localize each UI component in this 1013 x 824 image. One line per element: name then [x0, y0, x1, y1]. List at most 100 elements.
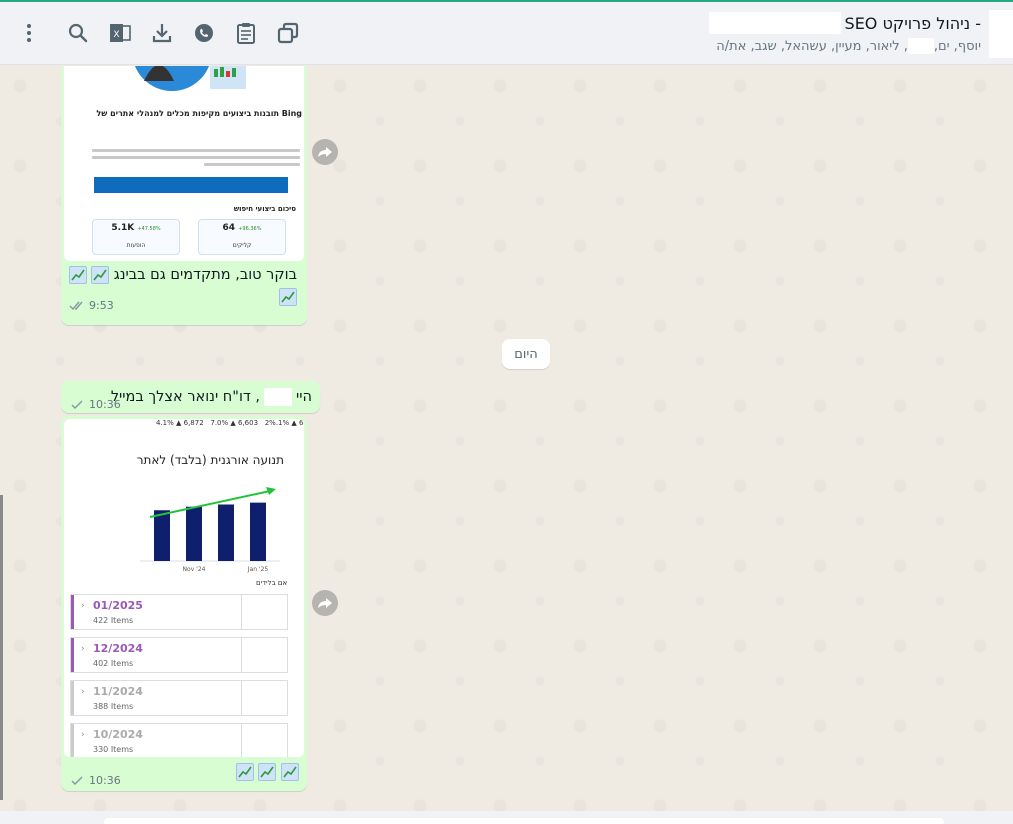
message-emojis [235, 763, 299, 781]
chart-bar [154, 510, 170, 561]
message-text: היי , דו"ח ינואר אצלך במייל [111, 388, 312, 406]
kpi-value: 7.0% ▲ 6,603 [210, 419, 259, 427]
message-meta: 9:53 [69, 299, 114, 312]
chevron-right-icon: › [81, 601, 85, 611]
chat-title-block[interactable]: - ניהול פרויקט SEO יוסף, ים, , ליאור, מע… [681, 12, 981, 58]
copy-icon[interactable] [276, 21, 300, 45]
kpi-value: 4.1% ▲ 6,872 [156, 419, 204, 427]
chart-legend: אם בלידים [256, 579, 288, 587]
participants-part2: , ליאור, מעיין, עשהאל, שגב, את/ה [716, 38, 908, 54]
chevron-right-icon: › [81, 687, 85, 697]
text-line [204, 163, 300, 166]
message-text-start: היי [296, 389, 312, 405]
x-tick-label: Nov '24 [183, 566, 206, 573]
text-line [92, 156, 300, 159]
menu-icon[interactable] [17, 21, 41, 45]
folder-name: 12/2024 [93, 642, 143, 655]
message-input[interactable] [104, 818, 944, 824]
redacted-participant [907, 38, 934, 54]
chevron-right-icon: › [81, 730, 85, 740]
message-time: 9:53 [89, 299, 114, 312]
forward-icon[interactable] [312, 139, 338, 165]
chart-bar [218, 504, 234, 561]
bing-summary-title: סיכום ביצועי חיפוש [233, 205, 296, 213]
bing-card-impressions: 5.1K +47.58% הופעות [92, 219, 180, 255]
message-text: בוקר טוב, מתקדמים גם בבינג [68, 266, 297, 284]
clipboard-icon[interactable] [234, 21, 258, 45]
folder-count: 388 Items [93, 702, 134, 711]
chevron-right-icon: › [81, 644, 85, 654]
analytics-report-image[interactable]: 4.1% ▲ 6,872 7.0% ▲ 6,603 2%.1% ▲ 6,173 … [64, 419, 304, 757]
folder-name: 11/2024 [93, 685, 143, 698]
message-bubble-analytics[interactable]: 4.1% ▲ 6,872 7.0% ▲ 6,603 2%.1% ▲ 6,173 … [61, 416, 307, 791]
message-bubble-bing[interactable]: Bing תובנות ביצועים מקיפות מכלים למנהלי … [61, 66, 307, 325]
chart-emoji-icon [279, 288, 297, 306]
card-change: +47.58% [137, 226, 161, 232]
download-icon[interactable] [150, 21, 174, 45]
folder-divider [241, 638, 242, 672]
folder-accent [71, 681, 74, 715]
chart-emoji-icon [91, 266, 110, 284]
kpi-value: 2%.1% ▲ 6,173 [264, 419, 304, 427]
card-value: 64 [222, 223, 236, 233]
message-meta: 10:36 [69, 398, 121, 411]
single-check-icon [71, 400, 83, 409]
participants-part1: יוסף, ים, [933, 38, 981, 54]
folder-count: 422 Items [93, 616, 134, 625]
search-icon[interactable] [66, 21, 90, 45]
redacted-name [264, 388, 293, 406]
kpi-row: 4.1% ▲ 6,872 7.0% ▲ 6,603 2%.1% ▲ 6,173 [156, 419, 304, 427]
folder-accent [71, 638, 74, 672]
chat-pane[interactable]: Bing תובנות ביצועים מקיפות מכלים למנהלי … [0, 66, 1013, 811]
avatar[interactable] [989, 10, 1013, 58]
message-text-content: בוקר טוב, מתקדמים גם בבינג [113, 267, 297, 283]
double-check-icon [69, 301, 83, 311]
message-time: 10:36 [89, 398, 121, 411]
bing-cta-button [94, 177, 288, 193]
chart-emoji-icon [235, 763, 254, 781]
message-bubble-report[interactable]: היי , דו"ח ינואר אצלך במייל 10:36 [61, 381, 320, 413]
text-line [92, 149, 300, 152]
folder-accent [71, 724, 74, 757]
trend-arrow-head [266, 487, 276, 495]
message-text-line2 [279, 288, 297, 306]
forward-icon[interactable] [312, 590, 338, 616]
chat-title: - ניהול פרויקט SEO [844, 13, 981, 33]
bing-card-clicks: 64 +96.36% קליקים [198, 219, 286, 255]
card-label: הופעות [126, 242, 146, 249]
single-check-icon [71, 776, 83, 785]
folder-item[interactable]: › 12/2024 402 Items [70, 637, 288, 673]
whatsapp-icon[interactable] [192, 21, 216, 45]
folder-name: 10/2024 [93, 728, 143, 741]
folder-divider [241, 724, 242, 757]
bing-report-image[interactable]: Bing תובנות ביצועים מקיפות מכלים למנהלי … [64, 66, 304, 261]
card-change: +96.36% [238, 226, 262, 232]
chart-title: תנועה אורגנית (בלבד) לאתר [136, 453, 284, 467]
chart-bar [186, 506, 202, 561]
folder-count: 402 Items [93, 659, 134, 668]
chart-bar [250, 502, 266, 561]
message-meta: 10:36 [69, 774, 121, 787]
x-tick-label: Jan '25 [247, 566, 269, 573]
folder-item[interactable]: › 10/2024 330 Items [70, 723, 288, 757]
card-value: 5.1K [111, 223, 135, 233]
message-text-end: , דו"ח ינואר אצלך במייל [110, 389, 261, 405]
chart-emoji-icon [258, 763, 277, 781]
folder-divider [241, 681, 242, 715]
folder-divider [241, 595, 242, 629]
chart-emoji-icon [68, 266, 87, 284]
folder-item[interactable]: › 01/2025 422 Items [70, 594, 288, 630]
folder-name: 01/2025 [93, 599, 143, 612]
excel-icon[interactable]: X [108, 21, 132, 45]
traffic-bar-chart: Nov '24 Jan '25 [140, 487, 280, 573]
redacted-name [708, 12, 841, 34]
folder-accent [71, 595, 74, 629]
card-label: קליקים [232, 242, 252, 249]
chart-emoji-icon [281, 763, 299, 781]
folder-item[interactable]: › 11/2024 388 Items [70, 680, 288, 716]
bing-image-title: Bing תובנות ביצועים מקיפות מכלים למנהלי … [96, 109, 302, 118]
chat-header[interactable]: X - ניהול פרויקט SEO יוסף, ים, , ליאור, … [0, 2, 1013, 65]
scrollbar[interactable] [0, 495, 3, 800]
day-separator-chip: היום [502, 339, 550, 369]
svg-text:X: X [113, 30, 119, 40]
